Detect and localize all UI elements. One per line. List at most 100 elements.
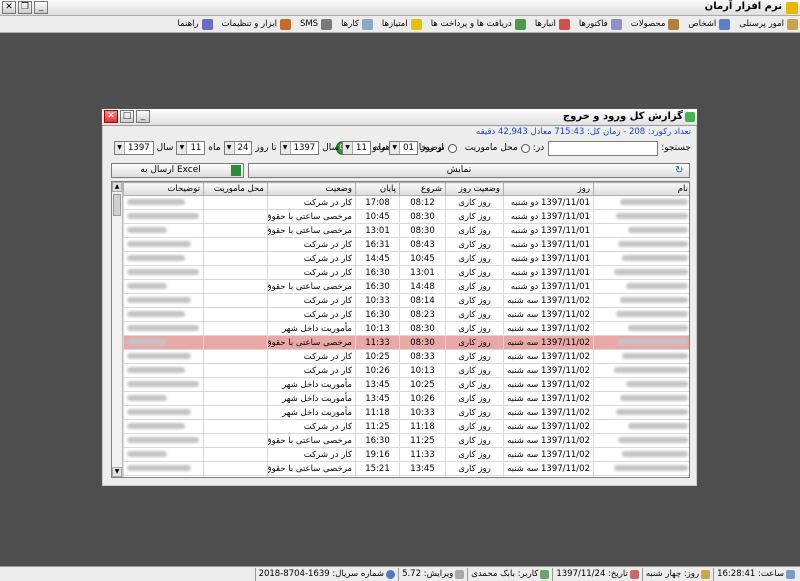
dialog-minimize-icon[interactable]: _: [136, 110, 150, 123]
menu-item-9[interactable]: ابزار و تنظیمات: [222, 18, 291, 30]
menu-item-5[interactable]: دریافت ها و پرداخت ها: [430, 18, 526, 30]
refresh-icon: ↻: [675, 165, 684, 176]
cell-daytype: روز کاری: [445, 391, 504, 406]
cell-notes: [123, 223, 204, 238]
cell-location: [203, 251, 268, 266]
dialog-close-icon[interactable]: ✕: [104, 110, 118, 123]
menu-bar: امور پرسنلی اشخاص محصولات فاکتورها انبارها در…: [0, 16, 800, 33]
table-row[interactable]: 1397/11/02 سه شنبه روز کاری 08:30 10:13 مأمو…: [123, 321, 689, 336]
cell-notes: [123, 293, 204, 308]
cell-name: [593, 461, 689, 476]
cell-start: 08:33: [399, 349, 446, 364]
table-row[interactable]: 1397/11/02 سه شنبه روز کاری 11:25 16:30 مرخص…: [123, 433, 689, 448]
to-month-select[interactable]: 11 ▼: [176, 141, 206, 155]
status-bar: ساعت: 16:28:41 روز: چهار شنبه تاریخ: 139…: [0, 566, 800, 581]
menu-item-6[interactable]: امتیازها: [382, 18, 422, 30]
column-header-1[interactable]: روز: [503, 182, 594, 196]
scroll-thumb[interactable]: [113, 194, 121, 216]
cell-location: [203, 363, 268, 378]
close-icon[interactable]: ✕: [2, 1, 16, 14]
table-row[interactable]: 1397/11/01 دو شنبه روز کاری 08:12 17:08 کار …: [123, 195, 689, 210]
menu-item-4[interactable]: انبارها: [535, 18, 570, 30]
show-button[interactable]: ↻ نمایش: [248, 163, 690, 178]
search-in-label: در:: [532, 143, 545, 153]
to-day-select[interactable]: 24 ▼: [223, 141, 253, 155]
minimize-icon[interactable]: _: [34, 1, 48, 14]
cell-name: [593, 391, 689, 406]
cell-start: 08:30: [399, 335, 446, 350]
restore-icon[interactable]: ❐: [18, 1, 32, 14]
cell-start: 08:14: [399, 293, 446, 308]
cell-name: [593, 433, 689, 448]
cell-day: 1397/11/01 دو شنبه: [503, 237, 594, 252]
menu-item-7[interactable]: کارها: [341, 18, 373, 30]
table-row[interactable]: 1397/11/02 سه شنبه روز کاری 11:33 19:16 کار …: [123, 447, 689, 462]
table-row[interactable]: 1397/11/02 سه شنبه روز کاری 08:23 16:30 کار …: [123, 307, 689, 322]
export-excel-button[interactable]: ارسال به Excel: [111, 163, 244, 178]
menu-item-3[interactable]: فاکتورها: [579, 18, 622, 30]
menu-item-2[interactable]: محصولات: [631, 18, 680, 30]
menu-item-1[interactable]: اشخاص: [688, 18, 731, 30]
column-header-4[interactable]: پایان: [355, 182, 400, 196]
dialog-title: گزارش کل ورود و خروج: [562, 111, 683, 122]
from-year-select[interactable]: 1397 ▼: [279, 141, 320, 155]
cell-notes: [123, 433, 204, 448]
cell-day: 1397/11/02 سه شنبه: [503, 419, 594, 434]
column-header-5[interactable]: وضعیت: [267, 182, 356, 196]
radio-location[interactable]: محل ماموریت: [465, 143, 530, 153]
cell-daytype: روز کاری: [445, 195, 504, 210]
scroll-down-icon[interactable]: ▼: [112, 467, 122, 477]
table-row[interactable]: 1397/11/02 سه شنبه روز کاری 10:26 13:45 مأمو…: [123, 391, 689, 406]
table-row[interactable]: 1397/11/01 دو شنبه روز کاری 08:30 10:45 مرخص…: [123, 209, 689, 224]
column-header-2[interactable]: وضعیت روز: [445, 182, 504, 196]
cell-status: مأموریت داخل شهر: [267, 405, 356, 420]
cell-day: 1397/11/01 دو شنبه: [503, 251, 594, 266]
column-header-3[interactable]: شروع: [399, 182, 446, 196]
table-row[interactable]: 1397/11/02 سه شنبه روز کاری 10:25 13:45 مأمو…: [123, 377, 689, 392]
column-header-6[interactable]: محل ماموریت: [203, 182, 268, 196]
to-year-select[interactable]: 1397 ▼: [114, 141, 154, 155]
from-month-select[interactable]: 11 ▼: [342, 141, 371, 155]
cell-location: [203, 195, 268, 210]
table-row[interactable]: 1397/11/02 سه شنبه روز کاری 10:33 11:18 مأمو…: [123, 405, 689, 420]
table-row[interactable]: 1397/11/02 سه شنبه روز کاری 10:13 10:26 کار …: [123, 363, 689, 378]
cell-end: 13:45: [355, 391, 400, 406]
status-version: ویرایش: 5.72: [398, 567, 467, 581]
table-row[interactable]: 1397/11/02 سه شنبهروز کاری13:4516:33کار …: [123, 475, 689, 477]
cell-status: مرخصی ساعتی با حقوق: [267, 461, 356, 476]
cell-name: [593, 447, 689, 462]
menu-item-8[interactable]: SMS: [300, 18, 333, 30]
cell-name: [593, 195, 689, 210]
cell-daytype: روز کاری: [445, 307, 504, 322]
scroll-up-icon[interactable]: ▲: [112, 182, 122, 192]
vertical-scrollbar[interactable]: ▲ ▼: [112, 182, 123, 477]
cell-notes: [123, 195, 204, 210]
table-row[interactable]: 1397/11/02 سه شنبه روز کاری 08:33 10:25 کار …: [123, 349, 689, 364]
cell-location: [203, 209, 268, 224]
table-row[interactable]: 1397/11/02 سه شنبه روز کاری 08:30 11:33 مرخص…: [123, 335, 689, 350]
cell-name: [593, 475, 689, 477]
table-row[interactable]: 1397/11/02 سه شنبه روز کاری 08:14 10:33 کار …: [123, 293, 689, 308]
menu-item-label: راهنما: [177, 19, 199, 29]
table-row[interactable]: 1397/11/01 دو شنبه روز کاری 08:43 16:31 کار …: [123, 237, 689, 252]
table-row[interactable]: 1397/11/01 دو شنبه روز کاری 14:48 16:30 مرخص…: [123, 279, 689, 294]
column-header-7[interactable]: توضیحات: [123, 182, 204, 196]
table-row[interactable]: 1397/11/01 دو شنبه روز کاری 08:30 13:01 مرخص…: [123, 223, 689, 238]
menu-item-0[interactable]: امور پرسنلی: [739, 18, 798, 30]
cell-start: 13:45: [399, 475, 446, 477]
dialog-maximize-icon[interactable]: □: [120, 110, 134, 123]
table-row[interactable]: 1397/11/02 سه شنبه روز کاری 13:45 15:21 مرخص…: [123, 461, 689, 476]
table-row[interactable]: 1397/11/02 سه شنبه روز کاری 11:18 11:25 کار …: [123, 419, 689, 434]
column-header-0[interactable]: نام: [593, 182, 689, 196]
table-row[interactable]: 1397/11/01 دو شنبه روز کاری 10:45 14:45 کار …: [123, 251, 689, 266]
search-input[interactable]: [548, 140, 659, 156]
cell-end: 10:13: [355, 321, 400, 336]
cell-end: 19:16: [355, 447, 400, 462]
cell-notes: [123, 265, 204, 280]
from-day-select[interactable]: 01 ▼: [389, 141, 418, 155]
menu-item-10[interactable]: راهنما: [177, 18, 213, 30]
table-row[interactable]: 1397/11/01 دو شنبه روز کاری 13:01 16:30 کار …: [123, 265, 689, 280]
menu-item-label: دریافت ها و پرداخت ها: [430, 19, 512, 29]
cell-daytype: روز کاری: [445, 419, 504, 434]
cell-start: 08:23: [399, 307, 446, 322]
